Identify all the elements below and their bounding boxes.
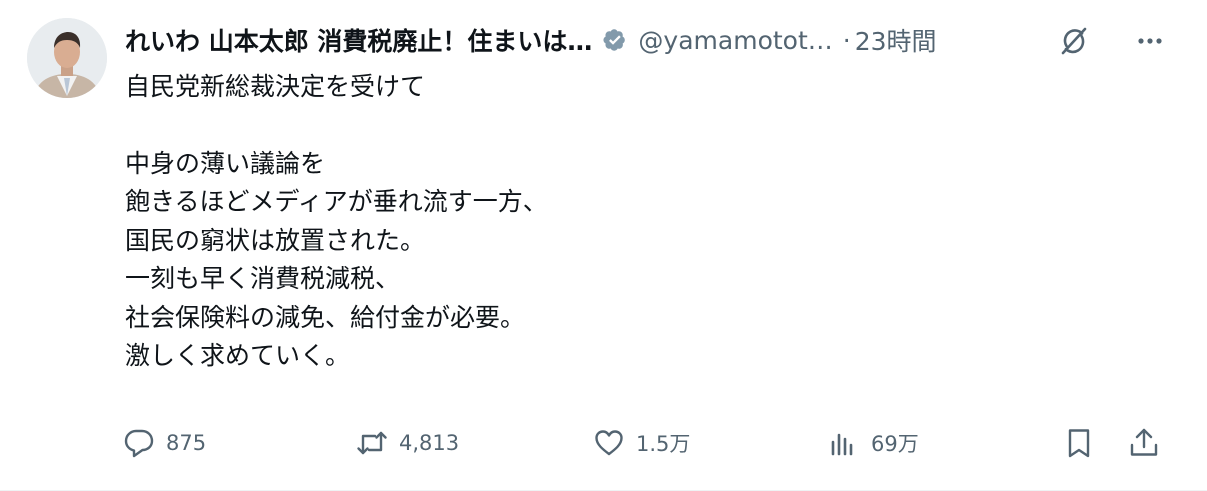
reply-icon [124, 429, 154, 458]
share-button[interactable] [1127, 422, 1161, 464]
post-line: 国民の窮状は放置された。 [125, 225, 426, 255]
action-bar: 875 4,813 1.5万 69万 [122, 422, 1172, 464]
views-button[interactable]: 69万 [827, 422, 919, 464]
separator-dot: · [842, 25, 851, 55]
views-icon [831, 433, 853, 456]
bookmark-icon [1068, 429, 1090, 458]
like-icon [595, 430, 623, 456]
bookmark-button[interactable] [1062, 422, 1096, 464]
post-line: 中身の薄い議論を [125, 148, 326, 178]
like-button[interactable]: 1.5万 [592, 422, 690, 464]
views-count: 69万 [871, 432, 919, 456]
post-line: 社会保険料の減免、給付金が必要。 [125, 302, 526, 332]
reply-count: 875 [166, 431, 207, 455]
post-text: 自民党新総裁決定を受けて 中身の薄い議論を 飽きるほどメディアが垂れ流す一方、 … [125, 68, 1025, 376]
repost-button[interactable]: 4,813 [355, 422, 459, 464]
post-line: 一刻も早く消費税減税、 [125, 264, 401, 293]
verified-badge-icon[interactable] [601, 26, 629, 54]
post[interactable]: れいわ 山本太郎 消費税廃止！住まいは… @yamamotot… · 23時間 [0, 0, 1207, 491]
post-line: 自民党新総裁決定を受けて [125, 72, 426, 101]
reply-button[interactable]: 875 [122, 422, 206, 464]
post-header: れいわ 山本太郎 消費税廃止！住まいは… @yamamotot… · 23時間 [125, 18, 1167, 62]
author-handle[interactable]: @yamamotot… [638, 26, 832, 55]
grok-icon[interactable] [1057, 24, 1091, 58]
post-line: 激しく求めていく。 [125, 341, 351, 370]
like-count: 1.5万 [636, 432, 691, 456]
post-timestamp[interactable]: 23時間 [855, 22, 937, 58]
repost-count: 4,813 [399, 431, 460, 455]
post-line-blank [125, 107, 1025, 145]
avatar[interactable] [27, 18, 107, 98]
author-name[interactable]: れいわ 山本太郎 消費税廃止！住まいは… [125, 22, 592, 58]
post-line: 飽きるほどメディアが垂れ流す一方、 [125, 187, 548, 216]
more-options-icon[interactable] [1133, 24, 1167, 58]
repost-icon [357, 431, 387, 455]
share-icon [1130, 428, 1158, 456]
